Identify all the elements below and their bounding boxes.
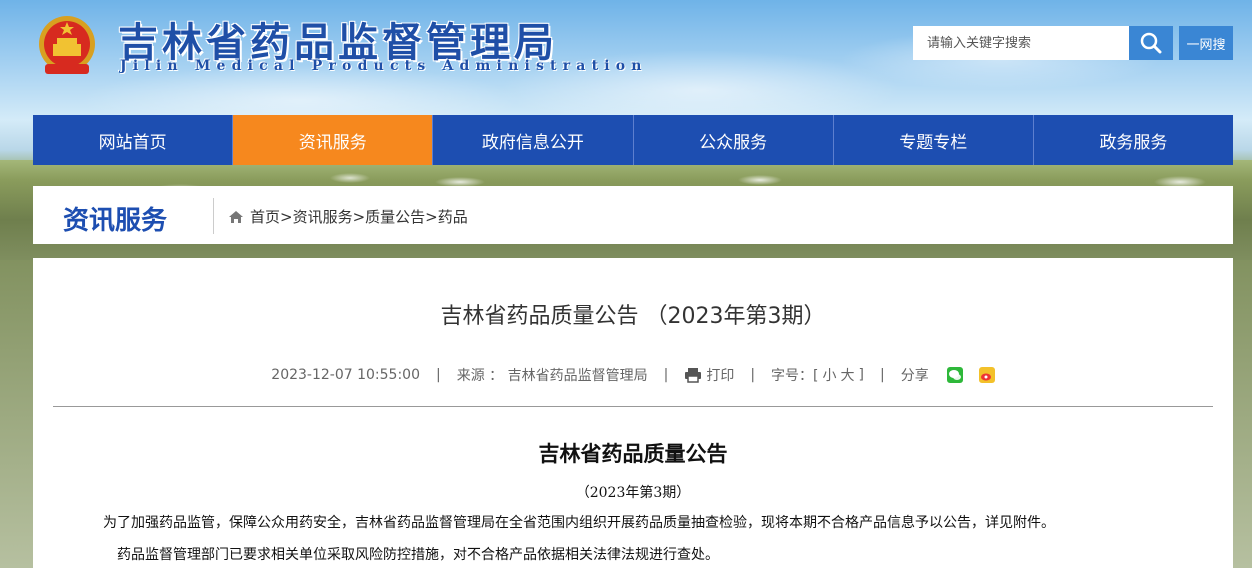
print-label: 打印 (706, 368, 735, 384)
nav-item-gov-info[interactable]: 政府信息公开 (433, 115, 634, 165)
printer-icon (685, 368, 702, 383)
main-nav: 网站首页 资讯服务 政府信息公开 公众服务 专题专栏 政务服务 (33, 115, 1234, 165)
share-label: 分享 (900, 368, 929, 384)
site-header: 吉林省药品监督管理局 Jilin Medical Products Admini… (0, 0, 1252, 115)
nav-item-news[interactable]: 资讯服务 (233, 115, 434, 165)
print-button[interactable]: 打印 (684, 365, 734, 385)
meta-separator: | (879, 367, 885, 383)
font-size-large-button[interactable]: 大 (841, 365, 855, 385)
paragraph: 药品监督管理部门已要求相关单位采取风险防控措施，对不合格产品依据相关法律法规进行… (117, 547, 719, 563)
weibo-icon[interactable] (978, 367, 995, 383)
meta-separator: | (435, 367, 441, 383)
font-size-control: 字号：[ 小 大 ] (771, 365, 864, 385)
font-size-small-button[interactable]: 小 (823, 365, 837, 385)
font-size-close: ] (858, 367, 864, 383)
article-source: 来源 ： 吉林省药品监督管理局 (456, 368, 648, 384)
wechat-icon[interactable] (946, 367, 963, 383)
yiwang-search-button[interactable]: 一网搜 (1179, 26, 1233, 60)
publish-datetime: 2023-12-07 10:55:00 (271, 367, 420, 383)
search-input[interactable]: 请输入关键字搜索 (913, 26, 1129, 60)
article-container: 吉林省药品质量公告 （2023年第3期） 2023-12-07 10:55:00… (33, 258, 1233, 568)
nav-item-gov-service[interactable]: 政务服务 (1033, 115, 1234, 165)
section-bar: 资讯服务 首页>资讯服务>质量公告>药品 (33, 186, 1233, 244)
font-size-label: 字号：[ (771, 368, 819, 384)
document-title: 吉林省药品质量公告 (538, 441, 728, 466)
national-emblem-icon[interactable] (37, 14, 97, 78)
breadcrumb: 首页>资讯服务>质量公告>药品 (228, 206, 468, 227)
document-issue: （2023年第3期） (575, 485, 691, 501)
search-button[interactable] (1129, 26, 1173, 60)
article-meta: 2023-12-07 10:55:00 | 来源 ： 吉林省药品监督管理局 | … (33, 365, 1233, 385)
nav-item-public-service[interactable]: 公众服务 (633, 115, 834, 165)
divider (53, 406, 1213, 407)
paragraph: 为了加强药品监管，保障公众用药安全，吉林省药品监督管理局在全省范围内组织开展药品… (103, 515, 1055, 531)
meta-separator: | (663, 367, 669, 383)
home-icon (229, 210, 243, 223)
breadcrumb-text[interactable]: 首页>资讯服务>质量公告>药品 (250, 206, 468, 227)
article-title: 吉林省药品质量公告 （2023年第3期） (440, 304, 826, 329)
share-group: 分享 (901, 365, 995, 385)
nav-item-home[interactable]: 网站首页 (33, 115, 234, 165)
nav-item-topics[interactable]: 专题专栏 (833, 115, 1034, 165)
search-icon (1140, 32, 1162, 54)
meta-separator: | (750, 367, 756, 383)
section-title: 资讯服务 (63, 206, 168, 236)
section-divider (213, 198, 214, 234)
site-subtitle: Jilin Medical Products Administration (120, 58, 648, 74)
